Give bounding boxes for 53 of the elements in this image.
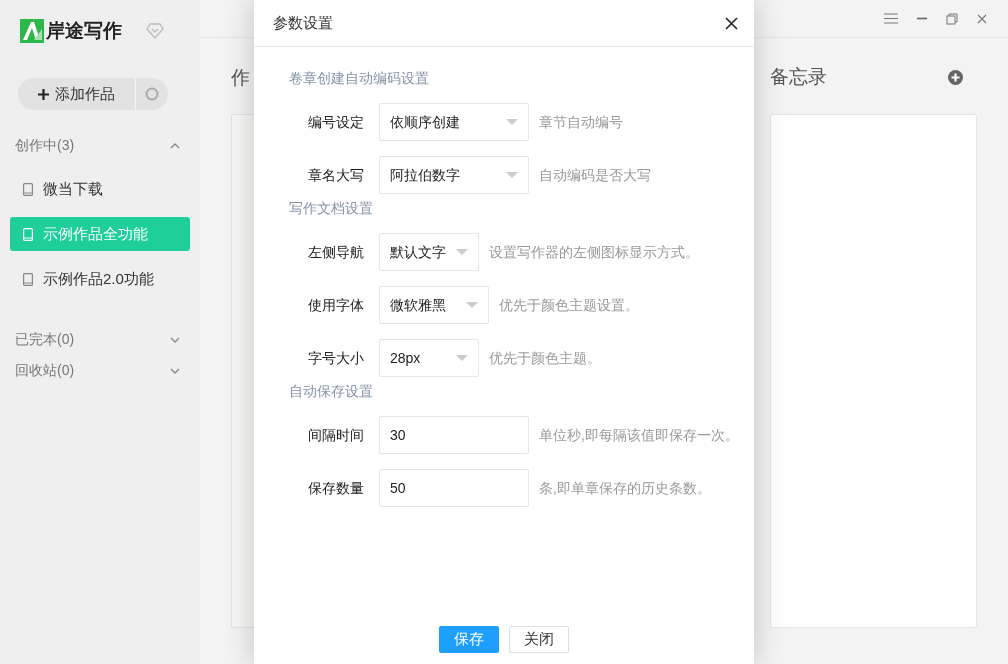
dialog-title: 参数设置 [273,12,333,33]
chevron-down-icon[interactable] [170,367,180,374]
field-hint: 单位秒,即每隔该值即保存一次。 [539,425,739,445]
input-field[interactable]: 30 [379,416,529,454]
field-hint: 优先于颜色主题设置。 [499,295,639,315]
field-label: 章名大写 [308,165,365,185]
field-label: 字号大小 [308,348,365,368]
field-hint: 条,即单章保存的历史条数。 [539,478,711,498]
book-icon [23,227,33,241]
section-title: 卷章创建自动编码设置 [289,69,430,88]
works-heading: 作 [231,66,250,90]
section-title: 写作文档设置 [289,199,374,218]
app-name: 岸途写作 [46,18,122,43]
group-header[interactable]: 回收站(0) [15,360,75,381]
field-hint: 设置写作器的左侧图标显示方式。 [489,242,699,262]
input-field[interactable]: 50 [379,469,529,507]
field-label: 编号设定 [308,112,365,132]
select-field[interactable]: 阿拉伯数字 [379,156,529,194]
dropdown-icon [456,355,468,361]
field-hint: 自动编码是否大写 [539,165,651,185]
field-hint: 优先于颜色主题。 [489,348,601,368]
select-field[interactable]: 28px [379,339,479,377]
field-label: 左侧导航 [308,242,365,262]
field-hint: 章节自动编号 [539,112,623,132]
dropdown-icon [506,172,518,178]
add-icon[interactable] [948,69,963,85]
dropdown-icon [506,119,518,125]
section-title: 自动保存设置 [289,382,374,401]
work-item[interactable]: 微当下载 [10,172,190,206]
menu-icon[interactable] [884,13,898,24]
select-field[interactable]: 依顺序创建 [379,103,529,141]
field-label: 使用字体 [308,295,365,315]
group-header[interactable]: 已完本(0) [15,329,75,350]
logo-icon [20,19,44,43]
close-button[interactable]: 关闭 [509,626,569,653]
book-icon [23,272,33,286]
chevron-up-icon[interactable] [170,142,180,149]
group-header[interactable]: 创作中(3) [15,135,75,156]
chevron-down-icon[interactable] [170,336,180,343]
work-item[interactable]: 示例作品2.0功能 [10,262,190,296]
dropdown-icon [456,249,468,255]
select-field[interactable]: 微软雅黑 [379,286,489,324]
plus-icon [38,88,49,100]
field-label: 保存数量 [308,478,365,498]
close-icon[interactable] [725,16,738,30]
field-label: 间隔时间 [308,425,365,445]
select-field[interactable]: 默认文字 [379,233,479,271]
restore-icon[interactable] [946,12,958,25]
refresh-icon [145,87,159,101]
book-icon [23,182,33,196]
dropdown-icon [466,302,478,308]
diamond-icon[interactable] [146,23,164,39]
memo-title: 备忘录 [770,64,827,89]
